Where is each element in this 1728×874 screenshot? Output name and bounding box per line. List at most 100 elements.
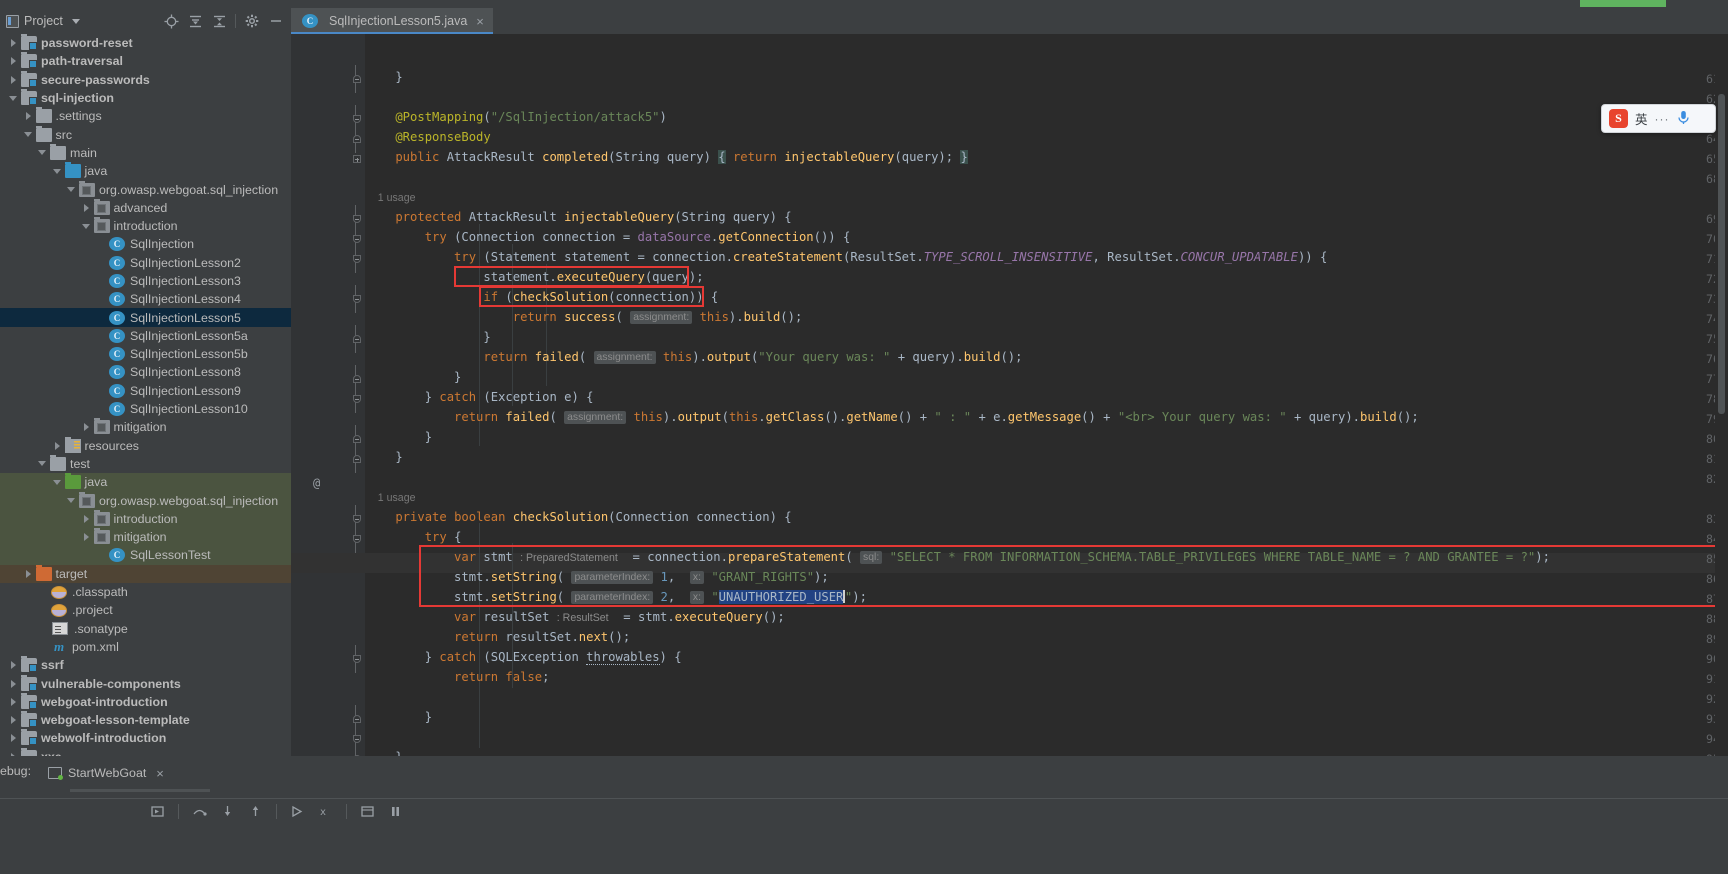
code-editor[interactable]: 6162636465686970717273747576777879808182… [291, 34, 1728, 756]
tree-item-target[interactable]: target [0, 564, 291, 583]
fold-toggle[interactable] [352, 155, 361, 163]
chevron-open-icon[interactable] [23, 129, 34, 140]
tree-item-sqlinjectionlesson8[interactable]: C SqlInjectionLesson8 [0, 363, 291, 381]
fold-toggle[interactable] [352, 515, 361, 523]
tree-item-pom-xml[interactable]: m pom.xml [0, 638, 291, 656]
chevron-down-icon[interactable] [71, 18, 80, 24]
fold-marker[interactable] [351, 445, 361, 473]
fold-toggle[interactable] [352, 75, 361, 83]
tree-item-xxe[interactable]: xxe [0, 747, 291, 756]
chevron-closed-icon[interactable] [23, 111, 34, 122]
tree-item-sqlinjectionlesson5[interactable]: C SqlInjectionLesson5 [0, 308, 291, 327]
tree-item-webgoat-lesson-template[interactable]: webgoat-lesson-template [0, 711, 291, 729]
fold-toggle[interactable] [352, 135, 361, 143]
fold-toggle[interactable] [352, 295, 361, 303]
fold-toggle[interactable] [352, 455, 361, 463]
chevron-closed-icon[interactable] [8, 74, 19, 85]
chevron-closed-icon[interactable] [8, 678, 19, 689]
fold-marker[interactable] [351, 385, 361, 413]
tree-item-introduction[interactable]: introduction [0, 509, 291, 529]
expand-all-icon[interactable] [187, 13, 203, 29]
debug-session-tab-startwebgoat[interactable]: StartWebGoat × [40, 760, 210, 792]
tree-item-sqlinjectionlesson2[interactable]: C SqlInjectionLesson2 [0, 254, 291, 272]
chevron-open-icon[interactable] [81, 221, 92, 232]
chevron-open-icon[interactable] [8, 93, 19, 104]
tree-item-org-owasp-webgoat-sql-injection[interactable]: org.owasp.webgoat.sql_injection [0, 491, 291, 510]
scrollbar-thumb[interactable] [1718, 94, 1725, 414]
ime-floating-toolbar[interactable]: S 英 ··· [1601, 104, 1716, 133]
chevron-closed-icon[interactable] [81, 532, 92, 543]
pause-icon[interactable] [388, 804, 403, 819]
fold-marker[interactable] [351, 245, 361, 273]
fold-marker[interactable] [351, 425, 361, 453]
override-annotation-gutter-icon[interactable]: @ [313, 476, 320, 490]
step-over-icon[interactable] [192, 804, 207, 819]
chevron-open-icon[interactable] [52, 477, 63, 488]
tree-item-sqlinjectionlesson5b[interactable]: C SqlInjectionLesson5b [0, 345, 291, 363]
fold-marker[interactable] [351, 125, 361, 153]
fold-marker[interactable] [351, 205, 361, 233]
tree-item-path-traversal[interactable]: path-traversal [0, 52, 291, 70]
frames-panel-icon[interactable] [360, 804, 375, 819]
fold-marker[interactable] [351, 325, 361, 353]
chevron-closed-icon[interactable] [81, 202, 92, 213]
fold-toggle[interactable] [352, 375, 361, 383]
fold-toggle[interactable] [352, 335, 361, 343]
tree-item-webwolf-introduction[interactable]: webwolf-introduction [0, 729, 291, 747]
tree-item--sonatype[interactable]: .sonatype [0, 620, 291, 638]
tree-item-sqlinjectionlesson5a[interactable]: C SqlInjectionLesson5a [0, 327, 291, 345]
fold-marker[interactable] [351, 645, 361, 673]
fold-marker[interactable] [351, 285, 361, 313]
fold-marker[interactable] [351, 525, 361, 553]
fold-toggle[interactable] [352, 535, 361, 543]
evaluate-expression-icon[interactable]: x [318, 804, 333, 819]
chevron-closed-icon[interactable] [52, 440, 63, 451]
fold-toggle[interactable] [352, 235, 361, 243]
chevron-open-icon[interactable] [66, 184, 77, 195]
project-view-selector[interactable]: Project [0, 14, 80, 28]
fold-marker[interactable] [351, 705, 361, 733]
tree-item-main[interactable]: main [0, 143, 291, 162]
tree-item--project[interactable]: .project [0, 601, 291, 619]
tree-item-webgoat-introduction[interactable]: webgoat-introduction [0, 692, 291, 711]
chevron-closed-icon[interactable] [8, 733, 19, 744]
show-execution-point-icon[interactable] [150, 804, 165, 819]
close-icon[interactable]: × [156, 766, 164, 781]
chevron-open-icon[interactable] [37, 147, 48, 158]
tree-item-sqlinjectionlesson9[interactable]: C SqlInjectionLesson9 [0, 382, 291, 400]
editor-vertical-scrollbar[interactable] [1715, 34, 1728, 756]
tree-item-mitigation[interactable]: mitigation [0, 418, 291, 436]
tree-item-java[interactable]: java [0, 162, 291, 180]
chevron-closed-icon[interactable] [81, 422, 92, 433]
fold-marker[interactable] [351, 105, 361, 133]
fold-marker[interactable] [351, 65, 361, 93]
microphone-icon[interactable] [1677, 110, 1690, 128]
tree-item-ssrf[interactable]: ssrf [0, 656, 291, 674]
fold-toggle[interactable] [352, 395, 361, 403]
fold-toggle[interactable] [352, 255, 361, 263]
tree-item-secure-passwords[interactable]: secure-passwords [0, 70, 291, 89]
step-into-icon[interactable] [220, 804, 235, 819]
fold-toggle[interactable] [352, 655, 361, 663]
chevron-closed-icon[interactable] [8, 715, 19, 726]
fold-marker[interactable] [351, 365, 361, 393]
tree-item-src[interactable]: src [0, 125, 291, 143]
chevron-open-icon[interactable] [37, 458, 48, 469]
fold-marker[interactable] [351, 225, 361, 253]
tree-item-resources[interactable]: resources [0, 436, 291, 455]
chevron-open-icon[interactable] [66, 495, 77, 506]
tree-item-java[interactable]: java [0, 473, 291, 492]
fold-toggle[interactable] [352, 435, 361, 443]
step-out-icon[interactable] [248, 804, 263, 819]
chevron-closed-icon[interactable] [8, 660, 19, 671]
tree-item--settings[interactable]: .settings [0, 107, 291, 125]
fold-marker[interactable] [351, 725, 361, 753]
tree-item-advanced[interactable]: advanced [0, 198, 291, 217]
tree-item-sqlinjectionlesson10[interactable]: C SqlInjectionLesson10 [0, 400, 291, 418]
tab-sqlinjectionlesson5[interactable]: C SqlInjectionLesson5.java × [291, 8, 493, 34]
fold-toggle[interactable] [352, 215, 361, 223]
tree-item-password-reset[interactable]: password-reset [0, 34, 291, 52]
tree-item-sqlinjection[interactable]: C SqlInjection [0, 235, 291, 253]
chevron-closed-icon[interactable] [81, 513, 92, 524]
editor-gutter[interactable] [291, 34, 348, 756]
